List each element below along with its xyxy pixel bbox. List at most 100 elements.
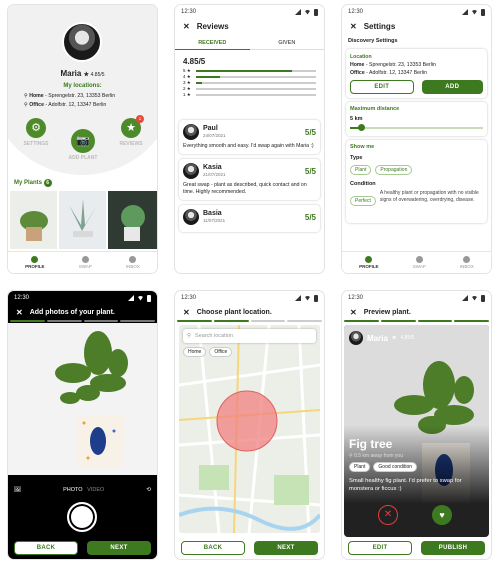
- distance-slider[interactable]: [350, 124, 483, 132]
- reject-button[interactable]: ✕: [378, 505, 398, 525]
- plant-thumbnail[interactable]: [10, 191, 57, 249]
- rating-bar-track: [196, 76, 316, 78]
- plant-distance: ⚲ 0.5 km away from you: [349, 453, 403, 459]
- review-score: 5/5: [304, 212, 316, 222]
- close-icon[interactable]: ✕: [350, 22, 357, 31]
- page-title: Settings: [363, 22, 396, 31]
- review-card: Basia 11/07/2021 5/5: [179, 205, 320, 232]
- rating-bar-track: [196, 94, 316, 96]
- map[interactable]: ⚲ Search location Home Office: [179, 325, 320, 533]
- mode-photo[interactable]: PHOTO: [63, 487, 82, 493]
- reviewer-name: Kasia: [203, 164, 222, 171]
- tab-given[interactable]: GIVEN: [249, 37, 324, 50]
- gear-icon: ⚙: [31, 122, 41, 134]
- review-date: 24/07/2021: [203, 133, 226, 138]
- bottom-nav: PROFILE SWAP INBOX: [8, 251, 157, 273]
- reviewer-avatar[interactable]: [183, 209, 199, 225]
- heart-icon: ♥: [439, 510, 445, 520]
- rating-bar-fill: [196, 82, 202, 84]
- type-label: Type: [350, 155, 363, 161]
- owner-avatar[interactable]: [349, 331, 363, 345]
- overall-rating: 4.85/5: [183, 57, 206, 66]
- location-home: ⚲ Home - Sprengelstr. 23, 13353 Berlin: [24, 93, 116, 99]
- shutter-button[interactable]: [67, 502, 97, 532]
- close-icon[interactable]: ✕: [183, 308, 190, 317]
- tab-received[interactable]: RECEIVED: [175, 37, 250, 50]
- mode-video[interactable]: VIDEO: [87, 487, 104, 493]
- reviews-label: REVIEWS: [119, 141, 143, 147]
- close-icon[interactable]: ✕: [183, 22, 190, 31]
- nav-swap[interactable]: SWAP: [79, 256, 92, 269]
- next-button[interactable]: NEXT: [254, 541, 318, 555]
- rating-bar-fill: [196, 70, 292, 72]
- distance-card: Maximum distance 5 km: [346, 102, 487, 136]
- status-bar: 12:30: [342, 291, 491, 305]
- settings-button[interactable]: ⚙: [26, 118, 46, 138]
- close-icon[interactable]: ✕: [350, 308, 357, 317]
- wifi-icon: [304, 9, 311, 15]
- switch-camera-icon[interactable]: ⟲: [146, 487, 151, 493]
- max-distance-label: Maximum distance: [350, 106, 400, 112]
- location-office: Office - Adolfstr. 12, 13347 Berlin: [350, 70, 427, 76]
- add-location-button[interactable]: ADD: [421, 80, 483, 94]
- review-text: Everything smooth and easy. I'd swap aga…: [183, 143, 314, 149]
- profile-rating: 4.85/5: [90, 72, 105, 78]
- reviewer-avatar[interactable]: [183, 124, 199, 140]
- edit-button[interactable]: EDIT: [348, 541, 412, 555]
- publish-button[interactable]: PUBLISH: [421, 541, 485, 555]
- progress-steps: [342, 320, 491, 322]
- preview-screen: 12:30 ✕ Preview plant. Maria ★ 4.85/5 Fig …: [342, 291, 491, 559]
- camera-screen: 12:30 ✕ Add photos of your plant. 🖼 PHOTO…: [8, 291, 157, 559]
- radius-circle: [216, 390, 278, 452]
- page-title: Add photos of your plant.: [29, 309, 115, 316]
- edit-location-button[interactable]: EDIT: [350, 80, 414, 94]
- search-bar[interactable]: ⚲ Search location: [183, 329, 316, 343]
- signal-icon: [128, 295, 134, 301]
- location-chips: Home Office: [183, 347, 233, 357]
- status-time: 12:30: [14, 295, 30, 301]
- review-card: Paul 24/07/2021 5/5 Everything smooth and e…: [179, 120, 320, 154]
- next-button[interactable]: NEXT: [87, 541, 151, 555]
- page-title: Choose plant location.: [196, 309, 272, 316]
- location-header: ✕ Choose plant location.: [175, 305, 324, 320]
- close-icon[interactable]: ✕: [16, 308, 23, 317]
- condition-description: A healthy plant or propagation with no v…: [379, 190, 479, 203]
- my-locations-label: My locations:: [63, 83, 102, 89]
- add-plant-button[interactable]: 📷: [71, 129, 95, 153]
- nav-inbox[interactable]: INBOX: [126, 256, 140, 269]
- like-button[interactable]: ♥: [432, 505, 452, 525]
- location-home: Home - Sprengelstr. 23, 13353 Berlin: [350, 62, 436, 68]
- wifi-icon: [304, 295, 311, 301]
- nav-inbox[interactable]: INBOX: [460, 256, 474, 269]
- nav-profile[interactable]: PROFILE: [359, 256, 379, 269]
- type-propagation-chip[interactable]: Propagation: [375, 165, 413, 175]
- chip-home[interactable]: Home: [183, 347, 207, 357]
- slider-thumb[interactable]: [357, 124, 365, 131]
- back-button[interactable]: BACK: [14, 541, 78, 555]
- back-button[interactable]: BACK: [181, 541, 245, 555]
- nav-swap[interactable]: SWAP: [413, 256, 426, 269]
- nav-profile[interactable]: PROFILE: [25, 256, 45, 269]
- type-plant-chip[interactable]: Plant: [350, 165, 372, 175]
- page-title: Preview plant.: [363, 309, 411, 316]
- status-bar: 12:30: [8, 291, 157, 305]
- condition-perfect-chip[interactable]: Perfect: [350, 196, 376, 206]
- reviews-badge: 1: [136, 115, 144, 123]
- plant-thumbnail[interactable]: [59, 191, 106, 249]
- profile-icon: [31, 256, 39, 263]
- gallery-icon[interactable]: 🖼: [14, 487, 21, 493]
- rating-bar-track: [196, 88, 316, 90]
- plants-grid: [10, 191, 157, 249]
- star-icon: ★: [391, 335, 397, 341]
- search-input[interactable]: Search location: [195, 333, 233, 339]
- preview-footer: EDIT PUBLISH: [348, 541, 485, 555]
- avatar[interactable]: [62, 22, 102, 62]
- owner-name: Maria: [367, 333, 388, 343]
- location-card: Location Home - Sprengelstr. 23, 13353 B…: [346, 49, 487, 98]
- plant-photo: [344, 325, 489, 537]
- reviewer-avatar[interactable]: [183, 163, 199, 179]
- status-bar: 12:30: [342, 5, 491, 19]
- chip-office[interactable]: Office: [209, 347, 233, 357]
- reviewer-name: Paul: [203, 125, 218, 132]
- plant-thumbnail[interactable]: [108, 191, 157, 249]
